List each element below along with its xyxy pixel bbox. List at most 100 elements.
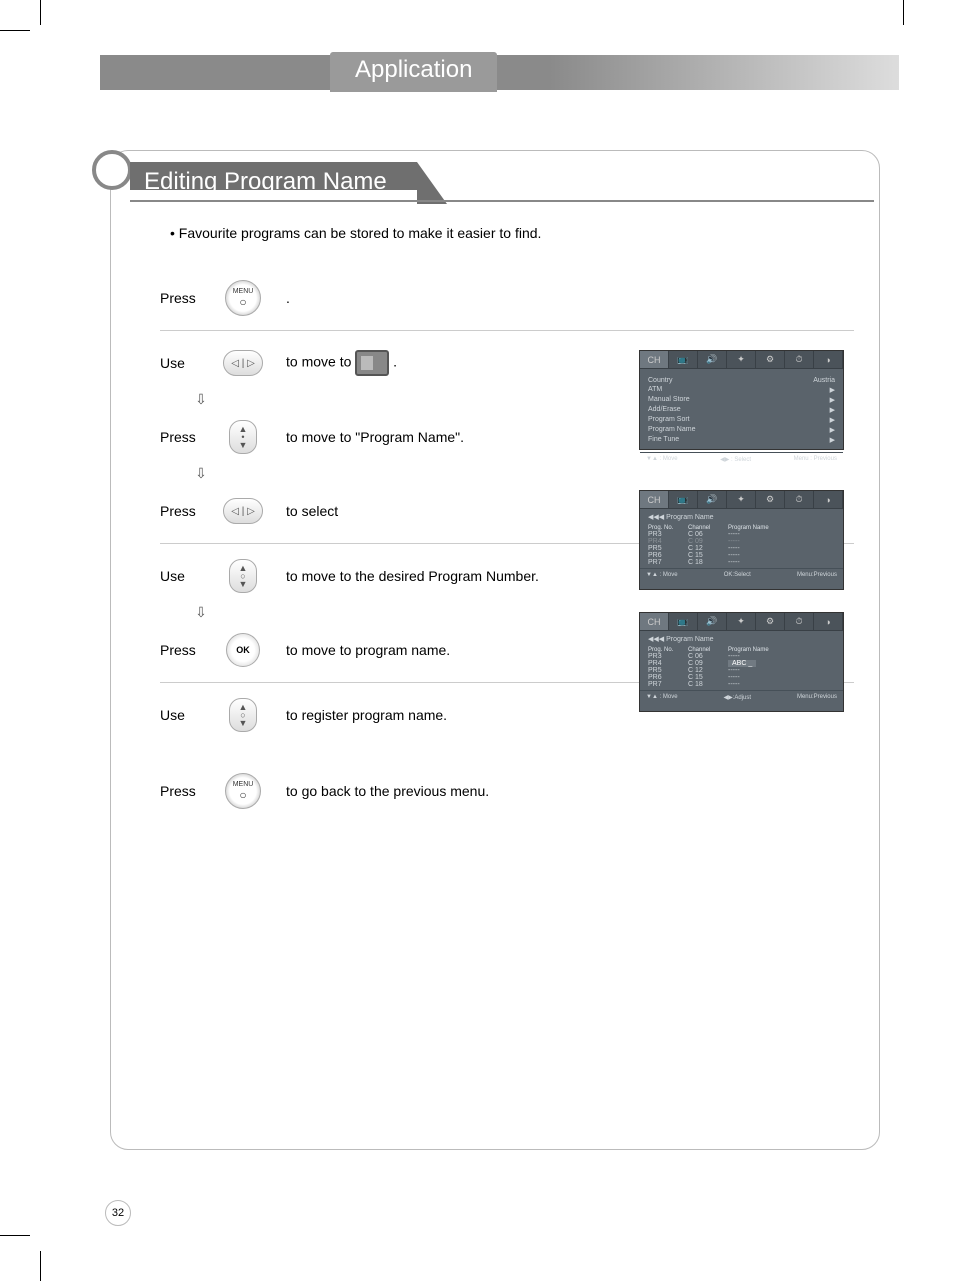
osd-menu-item: CountryAustria (648, 377, 835, 384)
step-action: Press (160, 429, 220, 445)
arrows-vertical-icon: ▲•▼ (229, 420, 257, 454)
osd-tab-icon: ⚙ (756, 491, 785, 508)
osd-tab-icon: 🔊 (698, 351, 727, 368)
osd-tab-icon: ⏱ (785, 351, 814, 368)
osd-footer-right: Menu : Previous (794, 456, 837, 463)
step-action: Press (160, 290, 220, 306)
step-action: Press (160, 503, 220, 519)
remote-menu-button: MENU ○ (220, 278, 266, 318)
osd-tab-icon: ⏱ (785, 491, 814, 508)
osd-footer-center: ◀▶:Adjust (723, 694, 751, 701)
arrows-vertical-icon: ▲○▼ (229, 698, 257, 732)
osd-tab-icon: ⚙ (756, 351, 785, 368)
osd-menu-item: ATM▶ (648, 386, 835, 394)
crop-mark (0, 30, 30, 31)
osd-tab-icon: 📺 (669, 491, 698, 508)
osd-table-row: PR6C 15----- (648, 552, 835, 559)
down-arrow-icon: ⇩ (178, 465, 224, 483)
osd-tab-icon: ◑ (814, 351, 843, 368)
osd-tab-icon: ✦ (727, 491, 756, 508)
remote-up-down-button: ▲○▼ (220, 695, 266, 735)
osd-tab: CH (640, 613, 669, 630)
osd-menu-item: Program Name▶ (648, 426, 835, 434)
osd-table-row: PR7C 18----- (648, 681, 835, 688)
osd-footer-center: ◀▶ : Select (720, 456, 751, 463)
osd-tab: CH (640, 351, 669, 368)
osd-tab-icon: 🔊 (698, 491, 727, 508)
step-1: Press MENU ○ . (160, 270, 854, 326)
osd-tab-icon: 📺 (669, 351, 698, 368)
menu-label: MENU (233, 288, 254, 295)
osd-tab-icon: ◑ (814, 613, 843, 630)
osd-footer-left: ▼▲ : Move (646, 572, 678, 578)
menu-label: MENU (233, 781, 254, 788)
osd-footer-right: Menu:Previous (797, 572, 837, 578)
step-desc: to go back to the previous menu. (286, 783, 854, 799)
remote-up-down-button: ▲•▼ (220, 417, 266, 457)
page-title: Application (330, 52, 497, 92)
osd-menu-item: Fine Tune▶ (648, 436, 835, 444)
desc-text: . (393, 354, 397, 370)
remote-left-right-button: ◁ | ▷ (220, 491, 266, 531)
osd-table-row: PR4C 09ABC _ (648, 660, 835, 667)
osd-tab-icon: ◑ (814, 491, 843, 508)
crop-mark (40, 0, 41, 25)
intro-text: • Favourite programs can be stored to ma… (170, 225, 541, 241)
remote-left-right-button: ◁ | ▷ (220, 343, 266, 383)
section-title: Editing Program Name (130, 162, 417, 190)
osd-table-row: PR3C 06----- (648, 531, 835, 538)
step-action: Use (160, 568, 220, 584)
osd-menu-item: Program Sort▶ (648, 416, 835, 424)
tv-icon (355, 350, 389, 376)
crop-mark (0, 1235, 30, 1236)
osd-footer-right: Menu:Previous (797, 694, 837, 701)
osd-tab-icon: ⚙ (756, 613, 785, 630)
osd-table-row: PR7C 18----- (648, 559, 835, 566)
osd-menu-item: Add/Erase▶ (648, 406, 835, 414)
down-arrow-icon: ⇩ (178, 391, 224, 409)
osd-tab-icon: ⏱ (785, 613, 814, 630)
remote-up-down-button: ▲○▼ (220, 556, 266, 596)
crop-mark (40, 1251, 41, 1281)
desc-text: to move to (286, 354, 355, 370)
osd-subtitle: ◀◀◀ Program Name (640, 509, 843, 523)
osd-subtitle: ◀◀◀ Program Name (640, 631, 843, 645)
divider (160, 330, 854, 331)
osd-tab-icon: ✦ (727, 613, 756, 630)
header-gradient (549, 55, 899, 90)
osd-tab: CH (640, 491, 669, 508)
remote-ok-button: OK (220, 630, 266, 670)
section-underline (130, 200, 874, 202)
osd-tab-icon: 🔊 (698, 613, 727, 630)
osd-screenshot-2: CH 📺 🔊 ✦ ⚙ ⏱ ◑ ◀◀◀ Program Name Prog. No… (639, 490, 844, 590)
osd-table-row: PR5C 12----- (648, 545, 835, 552)
step-action: Press (160, 783, 220, 799)
menu-button-icon: MENU ○ (225, 280, 261, 316)
osd-footer-left: ▼▲ : Move (646, 456, 678, 463)
down-arrow-icon: ⇩ (178, 604, 224, 622)
osd-menu-item: Manual Store▶ (648, 396, 835, 404)
step-action: Use (160, 355, 220, 371)
osd-footer-left: ▼▲ : Move (646, 694, 678, 701)
osd-table-row: PR6C 15----- (648, 674, 835, 681)
osd-footer-center: OK:Select (724, 572, 751, 578)
osd-table-row: PR4C 09----- (648, 538, 835, 545)
ok-button-icon: OK (226, 633, 260, 667)
arrows-horizontal-icon: ◁ | ▷ (223, 498, 263, 524)
section-bullet (92, 150, 132, 190)
crop-mark (903, 0, 904, 25)
osd-table-row: PR3C 06----- (648, 653, 835, 660)
step-action: Use (160, 707, 220, 723)
step-action: Press (160, 642, 220, 658)
arrows-vertical-icon: ▲○▼ (229, 559, 257, 593)
page-number: 32 (105, 1200, 131, 1226)
osd-tab-icon: ✦ (727, 351, 756, 368)
arrows-horizontal-icon: ◁ | ▷ (223, 350, 263, 376)
osd-screenshot-3: CH 📺 🔊 ✦ ⚙ ⏱ ◑ ◀◀◀ Program Name Prog. No… (639, 612, 844, 712)
osd-screenshot-1: CH 📺 🔊 ✦ ⚙ ⏱ ◑ CountryAustria ATM▶ Manual … (639, 350, 844, 450)
menu-button-icon: MENU ○ (225, 773, 261, 809)
step-desc: . (286, 290, 854, 306)
step-8: Press MENU ○ to go back to the previous … (160, 763, 854, 819)
osd-table-row: PR5C 12----- (648, 667, 835, 674)
remote-menu-button: MENU ○ (220, 771, 266, 811)
